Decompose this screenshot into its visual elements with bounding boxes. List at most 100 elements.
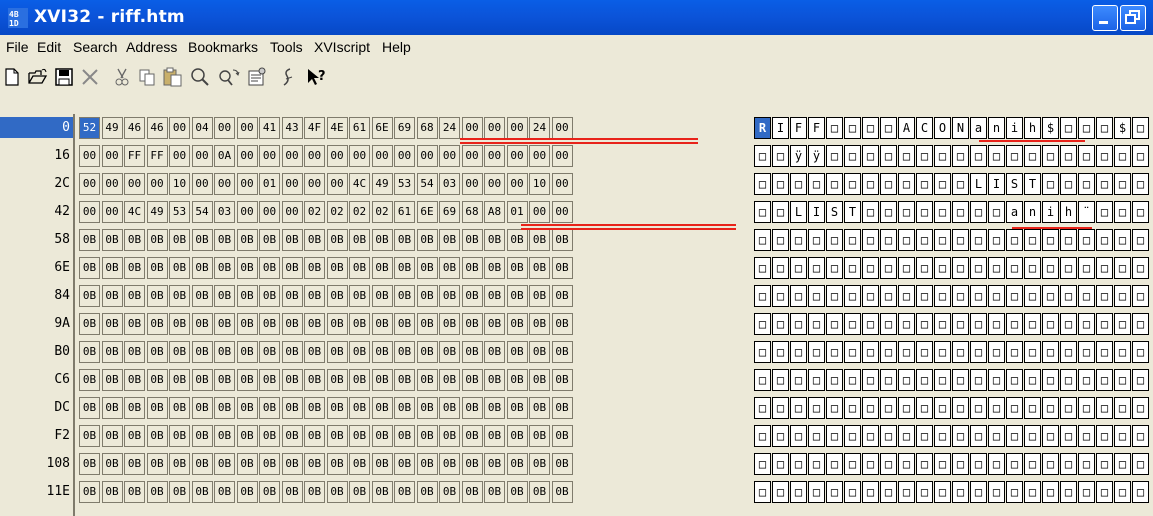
hex-byte-cell[interactable]: 69 — [439, 201, 460, 223]
hex-byte-cell[interactable]: 68 — [461, 201, 483, 223]
hex-byte-cell[interactable]: 0B — [101, 313, 123, 335]
hex-byte-cell[interactable]: 0B — [416, 313, 438, 335]
hex-byte-cell[interactable]: 0B — [214, 425, 235, 447]
text-char-cell[interactable]: □ — [988, 481, 1005, 503]
hex-byte-cell[interactable]: 00 — [281, 145, 303, 167]
text-char-cell[interactable]: □ — [1114, 341, 1131, 363]
text-char-cell[interactable]: □ — [988, 313, 1005, 335]
text-char-cell[interactable]: □ — [754, 173, 771, 195]
hex-byte-cell[interactable]: 41 — [259, 117, 280, 139]
hex-byte-cell[interactable]: 0B — [326, 313, 348, 335]
hex-byte-cell[interactable]: 61 — [394, 201, 415, 223]
text-char-cell[interactable]: □ — [772, 173, 789, 195]
hex-byte-cell[interactable]: 0B — [259, 257, 280, 279]
text-char-cell[interactable]: □ — [988, 453, 1005, 475]
text-char-cell[interactable]: □ — [1096, 341, 1113, 363]
hex-byte-cell[interactable]: 0B — [191, 229, 213, 251]
text-char-cell[interactable]: □ — [898, 397, 915, 419]
hex-byte-cell[interactable]: 0B — [101, 453, 123, 475]
hex-byte-cell[interactable]: 49 — [146, 201, 168, 223]
hex-byte-cell[interactable]: 0B — [551, 257, 573, 279]
text-char-cell[interactable]: □ — [1114, 257, 1131, 279]
text-char-cell[interactable]: □ — [754, 201, 771, 223]
text-char-cell[interactable]: ¨ — [1078, 201, 1095, 223]
text-char-cell[interactable]: □ — [916, 229, 933, 251]
hex-byte-cell[interactable]: 54 — [416, 173, 438, 195]
hex-byte-cell[interactable]: 10 — [529, 173, 550, 195]
text-char-cell[interactable]: □ — [790, 285, 807, 307]
hex-byte-cell[interactable]: 00 — [484, 145, 505, 167]
text-char-cell[interactable]: □ — [952, 313, 969, 335]
hex-byte-cell[interactable]: 0B — [551, 285, 573, 307]
text-char-cell[interactable]: □ — [1096, 481, 1113, 503]
hex-byte-cell[interactable]: 0B — [79, 425, 100, 447]
hex-byte-cell[interactable]: 0B — [326, 341, 348, 363]
hex-byte-cell[interactable]: 0B — [551, 397, 573, 419]
hex-byte-cell[interactable]: 0B — [236, 481, 258, 503]
hex-byte-cell[interactable]: 0B — [124, 425, 145, 447]
hex-byte-cell[interactable]: 0B — [236, 425, 258, 447]
hex-byte-cell[interactable]: 0B — [416, 481, 438, 503]
text-char-cell[interactable]: □ — [952, 285, 969, 307]
hex-byte-cell[interactable]: 00 — [146, 173, 168, 195]
text-char-cell[interactable]: □ — [772, 145, 789, 167]
hex-byte-cell[interactable]: 0B — [551, 425, 573, 447]
text-char-cell[interactable]: □ — [1006, 285, 1023, 307]
hex-byte-cell[interactable]: 0B — [101, 285, 123, 307]
text-char-cell[interactable]: □ — [826, 145, 843, 167]
hex-byte-cell[interactable]: 0B — [394, 397, 415, 419]
text-char-cell[interactable]: □ — [1078, 397, 1095, 419]
hex-byte-cell[interactable]: 0B — [259, 229, 280, 251]
hex-byte-cell[interactable]: 53 — [169, 201, 190, 223]
hex-byte-cell[interactable]: 03 — [214, 201, 235, 223]
text-char-cell[interactable]: □ — [880, 369, 897, 391]
hex-byte-cell[interactable]: 00 — [191, 145, 213, 167]
text-char-cell[interactable]: □ — [898, 257, 915, 279]
text-char-cell[interactable]: □ — [1132, 341, 1149, 363]
hex-byte-cell[interactable]: 0B — [484, 229, 505, 251]
text-char-cell[interactable]: □ — [844, 313, 861, 335]
text-char-cell[interactable]: □ — [1114, 145, 1131, 167]
text-char-cell[interactable]: □ — [772, 285, 789, 307]
text-char-cell[interactable]: □ — [934, 453, 951, 475]
hex-byte-cell[interactable]: 01 — [506, 201, 528, 223]
hex-byte-cell[interactable]: 0B — [484, 397, 505, 419]
text-char-cell[interactable]: □ — [772, 229, 789, 251]
text-char-cell[interactable]: □ — [862, 341, 879, 363]
text-char-cell[interactable]: □ — [862, 257, 879, 279]
hex-byte-cell[interactable]: 00 — [259, 201, 280, 223]
text-char-cell[interactable]: □ — [1060, 257, 1077, 279]
text-char-cell[interactable]: ÿ — [790, 145, 807, 167]
hex-byte-cell[interactable]: 0B — [101, 397, 123, 419]
text-char-cell[interactable]: □ — [952, 397, 969, 419]
hex-byte-cell[interactable]: 00 — [484, 173, 505, 195]
hex-byte-cell[interactable]: 0B — [394, 481, 415, 503]
text-char-cell[interactable]: □ — [1078, 117, 1095, 139]
hex-byte-cell[interactable]: 0A — [214, 145, 235, 167]
text-char-cell[interactable]: □ — [970, 425, 987, 447]
text-char-cell[interactable]: □ — [1132, 257, 1149, 279]
text-char-cell[interactable]: □ — [1042, 481, 1059, 503]
text-char-cell[interactable]: R — [754, 117, 771, 139]
text-char-cell[interactable]: □ — [754, 313, 771, 335]
hex-byte-cell[interactable]: 0B — [461, 453, 483, 475]
text-char-cell[interactable]: $ — [1114, 117, 1131, 139]
hex-byte-cell[interactable]: 0B — [439, 313, 460, 335]
hex-byte-cell[interactable]: 0B — [191, 481, 213, 503]
menu-help[interactable]: Help — [382, 39, 411, 55]
hex-byte-cell[interactable]: 4E — [326, 117, 348, 139]
help-icon[interactable]: ? — [303, 64, 331, 90]
text-char-cell[interactable]: □ — [754, 397, 771, 419]
hex-byte-cell[interactable]: 0B — [146, 285, 168, 307]
text-char-cell[interactable]: □ — [1078, 453, 1095, 475]
hex-byte-cell[interactable]: 0B — [439, 341, 460, 363]
hex-byte-cell[interactable]: 68 — [416, 117, 438, 139]
text-char-cell[interactable]: □ — [808, 257, 825, 279]
hex-byte-cell[interactable]: 0B — [371, 341, 393, 363]
text-char-cell[interactable]: □ — [916, 173, 933, 195]
text-char-cell[interactable]: L — [970, 173, 987, 195]
text-char-cell[interactable]: □ — [952, 145, 969, 167]
hex-byte-cell[interactable]: 00 — [326, 173, 348, 195]
hex-byte-cell[interactable]: 0B — [416, 425, 438, 447]
hex-byte-cell[interactable]: 0B — [484, 369, 505, 391]
